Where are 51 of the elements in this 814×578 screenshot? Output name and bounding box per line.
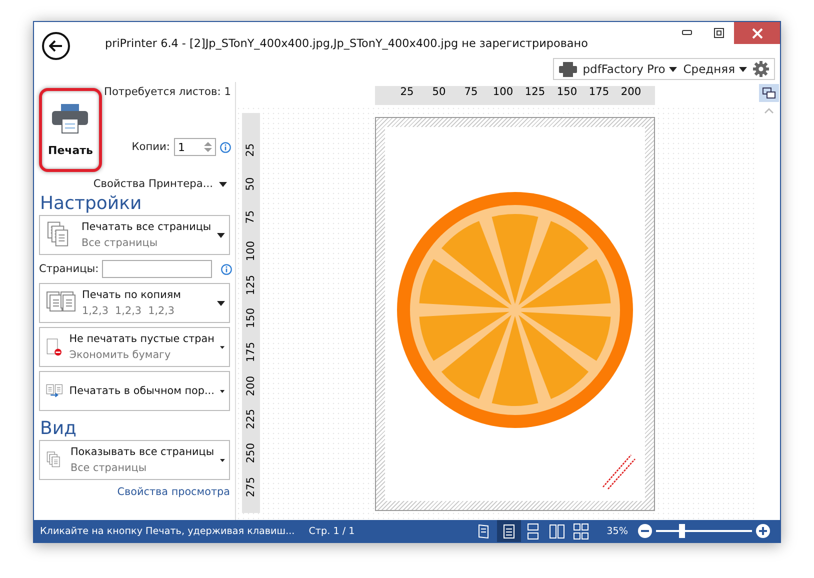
copies-label: Копии: [132,141,170,153]
minimize-icon [682,30,692,36]
option-dropdown[interactable]: Печатать все страницы Все страницы [39,215,230,255]
view-mode-icon [572,522,590,540]
spinner-arrows-icon [204,141,212,153]
page-counter: Стр. 1 / 1 [308,526,355,536]
zoom-in-button[interactable] [756,524,770,538]
view-mode-button[interactable] [496,520,521,542]
status-hint: Кликайте на кнопку Печать, удерживая клавиш... [40,526,295,536]
caret-icon [217,232,225,238]
zoom-slider-thumb[interactable] [679,524,686,538]
view-heading: Вид [40,418,78,439]
printer-dropdown[interactable]: pdfFactory Pro [582,62,678,76]
fit-view-icon [762,87,776,99]
option-dropdown[interactable]: Не печатать пустые стран Экономить бумагу [39,327,230,367]
fit-view-button[interactable] [759,84,779,102]
copies-spinner[interactable]: 1 [174,138,216,156]
back-button[interactable] [42,32,70,60]
info-icon [220,142,231,152]
caret-icon [220,344,225,350]
view-mode-icon [548,522,566,540]
window-title: priPrinter 6.4 - [2]Jp_STonY_400x400.jpg,Jp_STonY_400x400.jpg не зарегистрировано [105,37,589,50]
caret-icon [217,300,225,306]
zoom-out-button[interactable] [638,524,652,538]
pages-label: Страницы: [39,263,99,275]
pages-field[interactable] [102,260,212,278]
close-button[interactable] [734,22,780,44]
view-properties-link[interactable]: Свойства просмотра [117,486,230,498]
back-arrow-icon [49,40,63,52]
close-icon [752,28,762,38]
restore-icon [714,28,724,38]
caret-icon [669,66,678,72]
quality-dropdown[interactable]: Средняя [683,62,747,76]
option-dropdown[interactable]: Печатать в обычном пор... [39,371,230,411]
print-button[interactable]: Печать [39,88,102,172]
sheets-needed-text: Потребуется листов: 1 [104,86,231,98]
minus-icon [641,530,649,532]
printer-properties-dropdown[interactable]: Свойства Принтера... [93,178,227,190]
horizontal-ruler: 25 50 75 100 125 150 175 200 [375,86,655,105]
option-dropdown[interactable]: Печать по копиям 1,2,3 1,2,3 1,2,3 [39,283,230,323]
caret-icon [220,458,225,462]
zoom-percent: 35% [606,526,628,536]
settings-heading: Настройки [40,193,143,214]
plus-icon [759,527,767,535]
caret-icon [739,66,747,72]
settings-icon[interactable] [753,61,769,77]
info-icon [220,264,232,274]
caret-icon [219,182,227,186]
vertical-ruler: 25 50 75 100 125 150 175 200 225 250 275 [242,113,260,513]
option-dropdown[interactable]: Показывать все страницы Все страницы [39,440,230,480]
caret-icon [220,388,225,394]
